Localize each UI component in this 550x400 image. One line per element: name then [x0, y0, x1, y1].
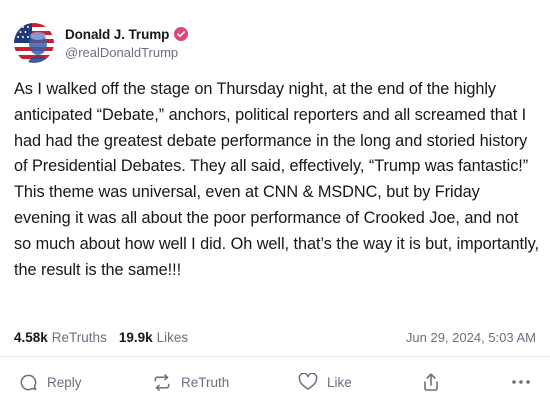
likes-label: Likes — [156, 329, 189, 345]
verified-badge-icon — [174, 27, 189, 41]
share-button[interactable] — [422, 366, 440, 398]
author-names: Donald J. Trump @realDonaldTrump — [65, 27, 189, 60]
reply-label: Reply — [47, 374, 82, 390]
action-bar: Reply ReTruth Like — [0, 366, 550, 398]
retruth-button[interactable]: ReTruth — [152, 366, 229, 398]
post-header: Donald J. Trump @realDonaldTrump — [14, 22, 189, 64]
like-button[interactable]: Like — [298, 366, 352, 398]
post-stats: 4.58k ReTruths 19.9k Likes Jun 29, 2024,… — [14, 328, 536, 346]
likes-stat[interactable]: 19.9k Likes — [119, 330, 188, 345]
like-label: Like — [327, 374, 352, 390]
retruths-stat[interactable]: 4.58k ReTruths — [14, 330, 107, 345]
retruth-icon — [152, 373, 172, 392]
likes-count: 19.9k — [118, 329, 153, 345]
reply-icon — [19, 373, 38, 392]
share-icon — [422, 372, 440, 392]
display-name[interactable]: Donald J. Trump — [65, 27, 169, 42]
post-body-text: As I walked off the stage on Thursday ni… — [14, 80, 539, 279]
divider — [0, 356, 550, 357]
reply-button[interactable]: Reply — [19, 366, 82, 398]
retruths-label: ReTruths — [51, 329, 107, 345]
display-name-row: Donald J. Trump — [65, 27, 189, 42]
post-timestamp[interactable]: Jun 29, 2024, 5:03 AM — [406, 330, 536, 345]
more-icon — [511, 379, 531, 385]
heart-icon — [298, 373, 318, 391]
avatar[interactable] — [14, 23, 54, 63]
avatar-image — [14, 23, 54, 63]
retruth-label: ReTruth — [181, 374, 230, 390]
retruths-count: 4.58k — [14, 329, 48, 345]
more-button[interactable] — [511, 366, 531, 398]
author-handle[interactable]: @realDonaldTrump — [65, 45, 188, 60]
